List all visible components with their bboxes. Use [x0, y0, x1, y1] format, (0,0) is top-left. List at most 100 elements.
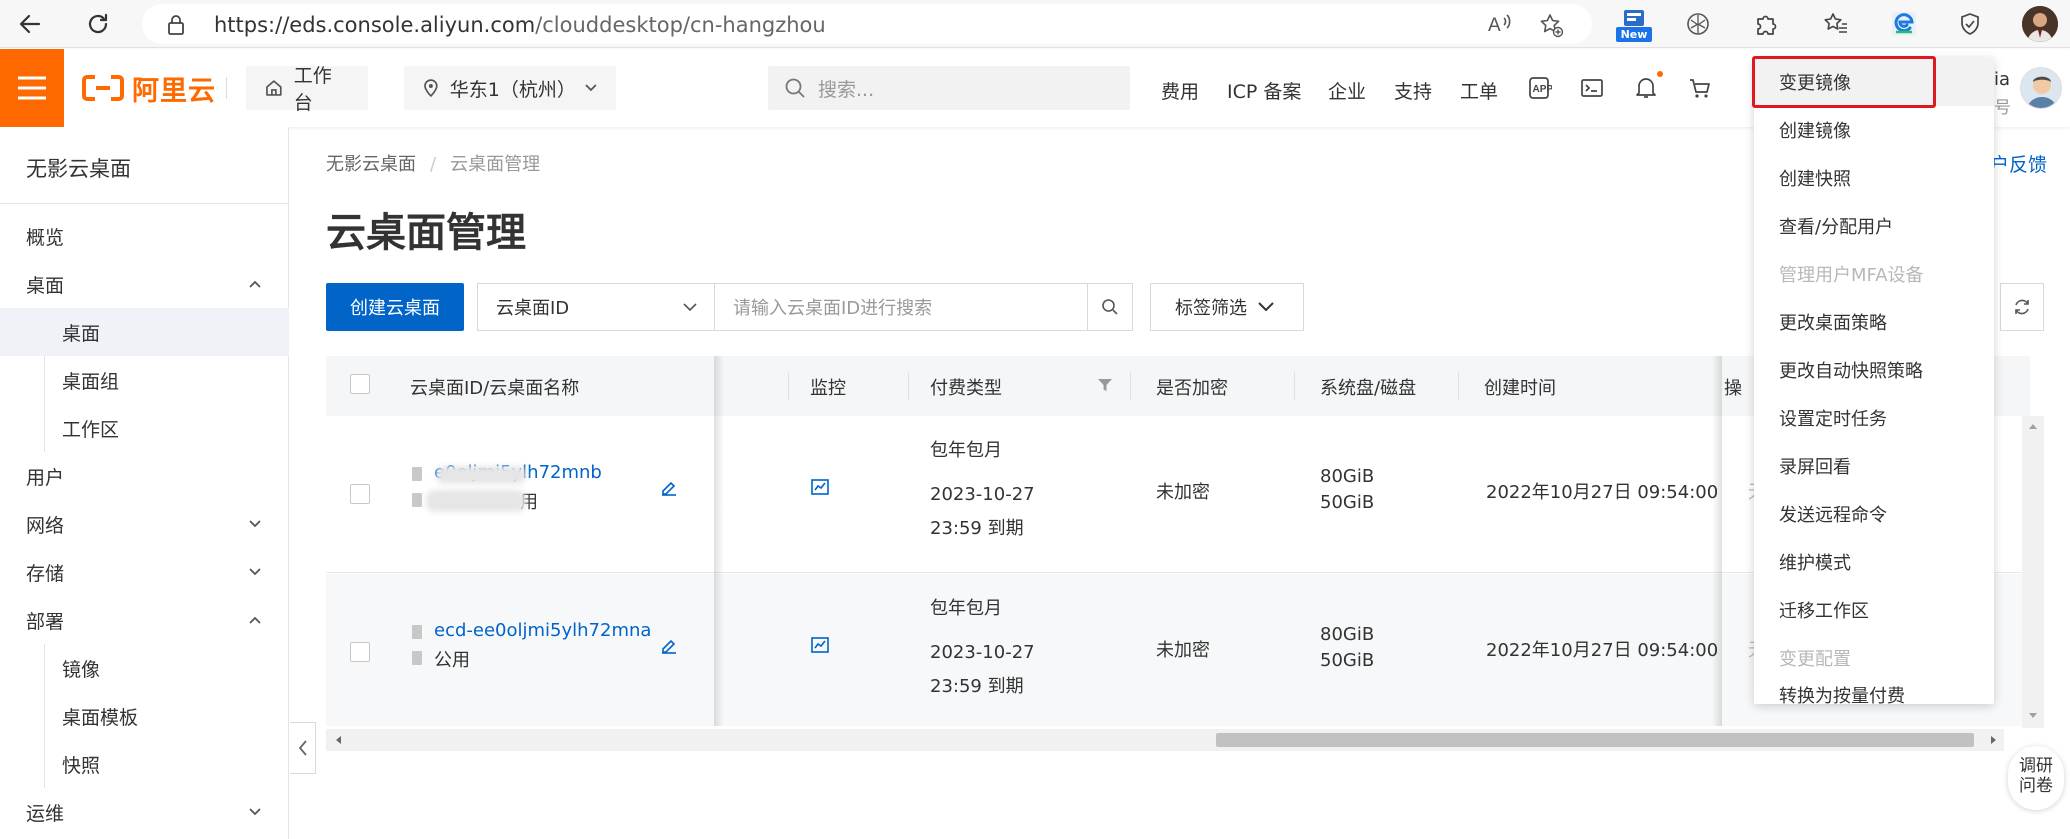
desktop-search-input[interactable]: 请输入云桌面ID进行搜索 [714, 283, 1088, 331]
row-checkbox[interactable] [350, 484, 370, 504]
search-icon [1102, 299, 1118, 315]
read-aloud-icon[interactable]: A [1488, 12, 1514, 36]
nav-link-support[interactable]: 支持 [1394, 77, 1432, 104]
row-checkbox[interactable] [350, 642, 370, 662]
region-selector[interactable]: 华东1（杭州） [404, 66, 616, 110]
survey-label-line1: 调研 [2019, 756, 2053, 776]
survey-button[interactable]: 调研 问卷 [2008, 746, 2064, 810]
menu-item-change-spec[interactable]: 变更配置 [1754, 634, 1994, 682]
menu-item-migrate-workspace[interactable]: 迁移工作区 [1754, 586, 1994, 634]
edit-pencil-icon[interactable] [660, 478, 678, 496]
sidebar-item-storage[interactable]: 存储 [0, 548, 289, 596]
favorite-add-icon[interactable] [1538, 12, 1564, 38]
browser-essentials-icon[interactable] [1952, 6, 1988, 42]
breadcrumb-item[interactable]: 无影云桌面 [326, 154, 416, 175]
desktop-id-link[interactable]: ecd-ee0oljmi5ylh72mna [434, 620, 651, 641]
chevron-down-icon [249, 520, 261, 528]
sidebar-item-templates[interactable]: 桌面模板 [0, 692, 289, 740]
menu-item-convert-payg[interactable]: 转换为按量付费 [1754, 682, 1994, 707]
sidebar-item-ops[interactable]: 运维 [0, 788, 289, 836]
cloud-shell-icon[interactable] [1579, 75, 1605, 101]
sidebar-item-overview[interactable]: 概览 [0, 212, 289, 260]
back-arrow-icon[interactable] [12, 6, 48, 42]
user-avatar[interactable] [2020, 67, 2062, 109]
sidebar-item-desktops[interactable]: 桌面 [0, 308, 289, 356]
svg-text:APP: APP [1533, 84, 1553, 95]
edit-pencil-icon[interactable] [660, 636, 678, 654]
new-extension-icon[interactable]: New [1616, 8, 1652, 42]
sidebar-item-workspaces[interactable]: 工作区 [0, 404, 289, 452]
sidebar-item-label: 桌面组 [62, 370, 120, 393]
logo-text: 阿里云 [132, 75, 216, 107]
sidebar-item-network[interactable]: 网络 [0, 500, 289, 548]
menu-item-maintenance-mode[interactable]: 维护模式 [1754, 538, 1994, 586]
app-icon[interactable]: APP [1526, 75, 1552, 101]
sidebar-item-deploy[interactable]: 部署 [0, 596, 289, 644]
cart-icon[interactable] [1687, 75, 1713, 101]
sidebar-item-images[interactable]: 镜像 [0, 644, 289, 692]
expire-date: 2023-10-27 [930, 642, 1035, 663]
system-disk: 80GiB [1320, 624, 1375, 645]
menu-hamburger-icon[interactable] [0, 49, 64, 127]
extension-leaf-icon[interactable] [1680, 6, 1716, 42]
aliyun-logo-mark-icon [82, 75, 124, 101]
url-text: https://eds.console.aliyun.com/clouddesk… [214, 13, 826, 37]
nav-link-billing[interactable]: 费用 [1161, 77, 1199, 104]
new-badge: New [1616, 27, 1652, 42]
lock-icon[interactable] [166, 14, 186, 36]
sidebar-item-users[interactable]: 用户 [0, 452, 289, 500]
filter-funnel-icon[interactable] [1096, 376, 1114, 394]
menu-item-create-snapshot[interactable]: 创建快照 [1754, 154, 1994, 202]
menu-item-remote-command[interactable]: 发送远程命令 [1754, 490, 1994, 538]
menu-item-create-image[interactable]: 创建镜像 [1754, 106, 1994, 154]
filter-field-select[interactable]: 云桌面ID [477, 283, 715, 331]
table-horizontal-scrollbar[interactable] [326, 729, 2004, 751]
column-separator [1130, 372, 1131, 400]
scroll-left-arrow-icon[interactable] [334, 735, 342, 745]
address-bar[interactable]: https://eds.console.aliyun.com/clouddesk… [142, 4, 1592, 44]
menu-item-change-policy[interactable]: 更改桌面策略 [1754, 298, 1994, 346]
nav-divider [226, 77, 227, 99]
menu-item-manage-mfa[interactable]: 管理用户MFA设备 [1754, 250, 1994, 298]
browser-profile-avatar[interactable] [2022, 6, 2058, 42]
menu-item-change-snapshot-policy[interactable]: 更改自动快照策略 [1754, 346, 1994, 394]
monitor-chart-icon[interactable] [810, 478, 830, 496]
workbench-button[interactable]: 工作台 [246, 65, 368, 114]
nav-link-icp[interactable]: ICP 备案 [1227, 77, 1301, 104]
column-header-monitor: 监控 [810, 378, 846, 399]
scroll-up-arrow-icon[interactable] [2028, 422, 2038, 430]
menu-item-assign-users[interactable]: 查看/分配用户 [1754, 202, 1994, 250]
edge-icon[interactable] [1886, 6, 1922, 42]
tag-filter-button[interactable]: 标签筛选 [1150, 283, 1304, 331]
nav-link-enterprise[interactable]: 企业 [1328, 77, 1366, 104]
aliyun-logo[interactable]: 阿里云 [82, 71, 216, 107]
scroll-down-arrow-icon[interactable] [2028, 712, 2038, 720]
created-time: 2022年10月27日 09:54:00 [1486, 640, 1719, 661]
favorites-icon[interactable] [1818, 6, 1854, 42]
scrollbar-thumb[interactable] [1216, 733, 1974, 747]
sidebar-collapse-button[interactable] [290, 722, 316, 774]
create-desktop-button[interactable]: 创建云桌面 [326, 283, 464, 331]
extensions-puzzle-icon[interactable] [1748, 6, 1784, 42]
scroll-right-arrow-icon[interactable] [1990, 735, 1998, 745]
table-vertical-scrollbar[interactable] [2022, 416, 2044, 728]
refresh-icon[interactable] [80, 6, 116, 42]
search-button[interactable] [1087, 283, 1133, 331]
nav-link-ticket[interactable]: 工单 [1460, 77, 1498, 104]
sidebar-item-label: 镜像 [62, 658, 101, 681]
menu-item-scheduled-tasks[interactable]: 设置定时任务 [1754, 394, 1994, 442]
sidebar-item-desktop-groups[interactable]: 桌面组 [0, 356, 289, 404]
feedback-link[interactable]: 户反馈 [1990, 150, 2047, 177]
menu-item-screen-recording[interactable]: 录屏回看 [1754, 442, 1994, 490]
account-name[interactable]: ia [1994, 69, 2010, 90]
breadcrumb-current: 云桌面管理 [450, 154, 541, 175]
global-search-input[interactable]: 搜索... [768, 66, 1130, 110]
sidebar-item-desktop-group[interactable]: 桌面 [0, 260, 289, 308]
refresh-button[interactable] [2000, 283, 2044, 331]
menu-item-label: 更改桌面策略 [1779, 313, 1887, 334]
select-all-checkbox[interactable] [350, 374, 370, 394]
monitor-chart-icon[interactable] [810, 636, 830, 654]
notification-bell-icon[interactable] [1633, 75, 1659, 101]
sidebar-item-snapshots[interactable]: 快照 [0, 740, 289, 788]
desktop-status-icon [412, 625, 422, 639]
